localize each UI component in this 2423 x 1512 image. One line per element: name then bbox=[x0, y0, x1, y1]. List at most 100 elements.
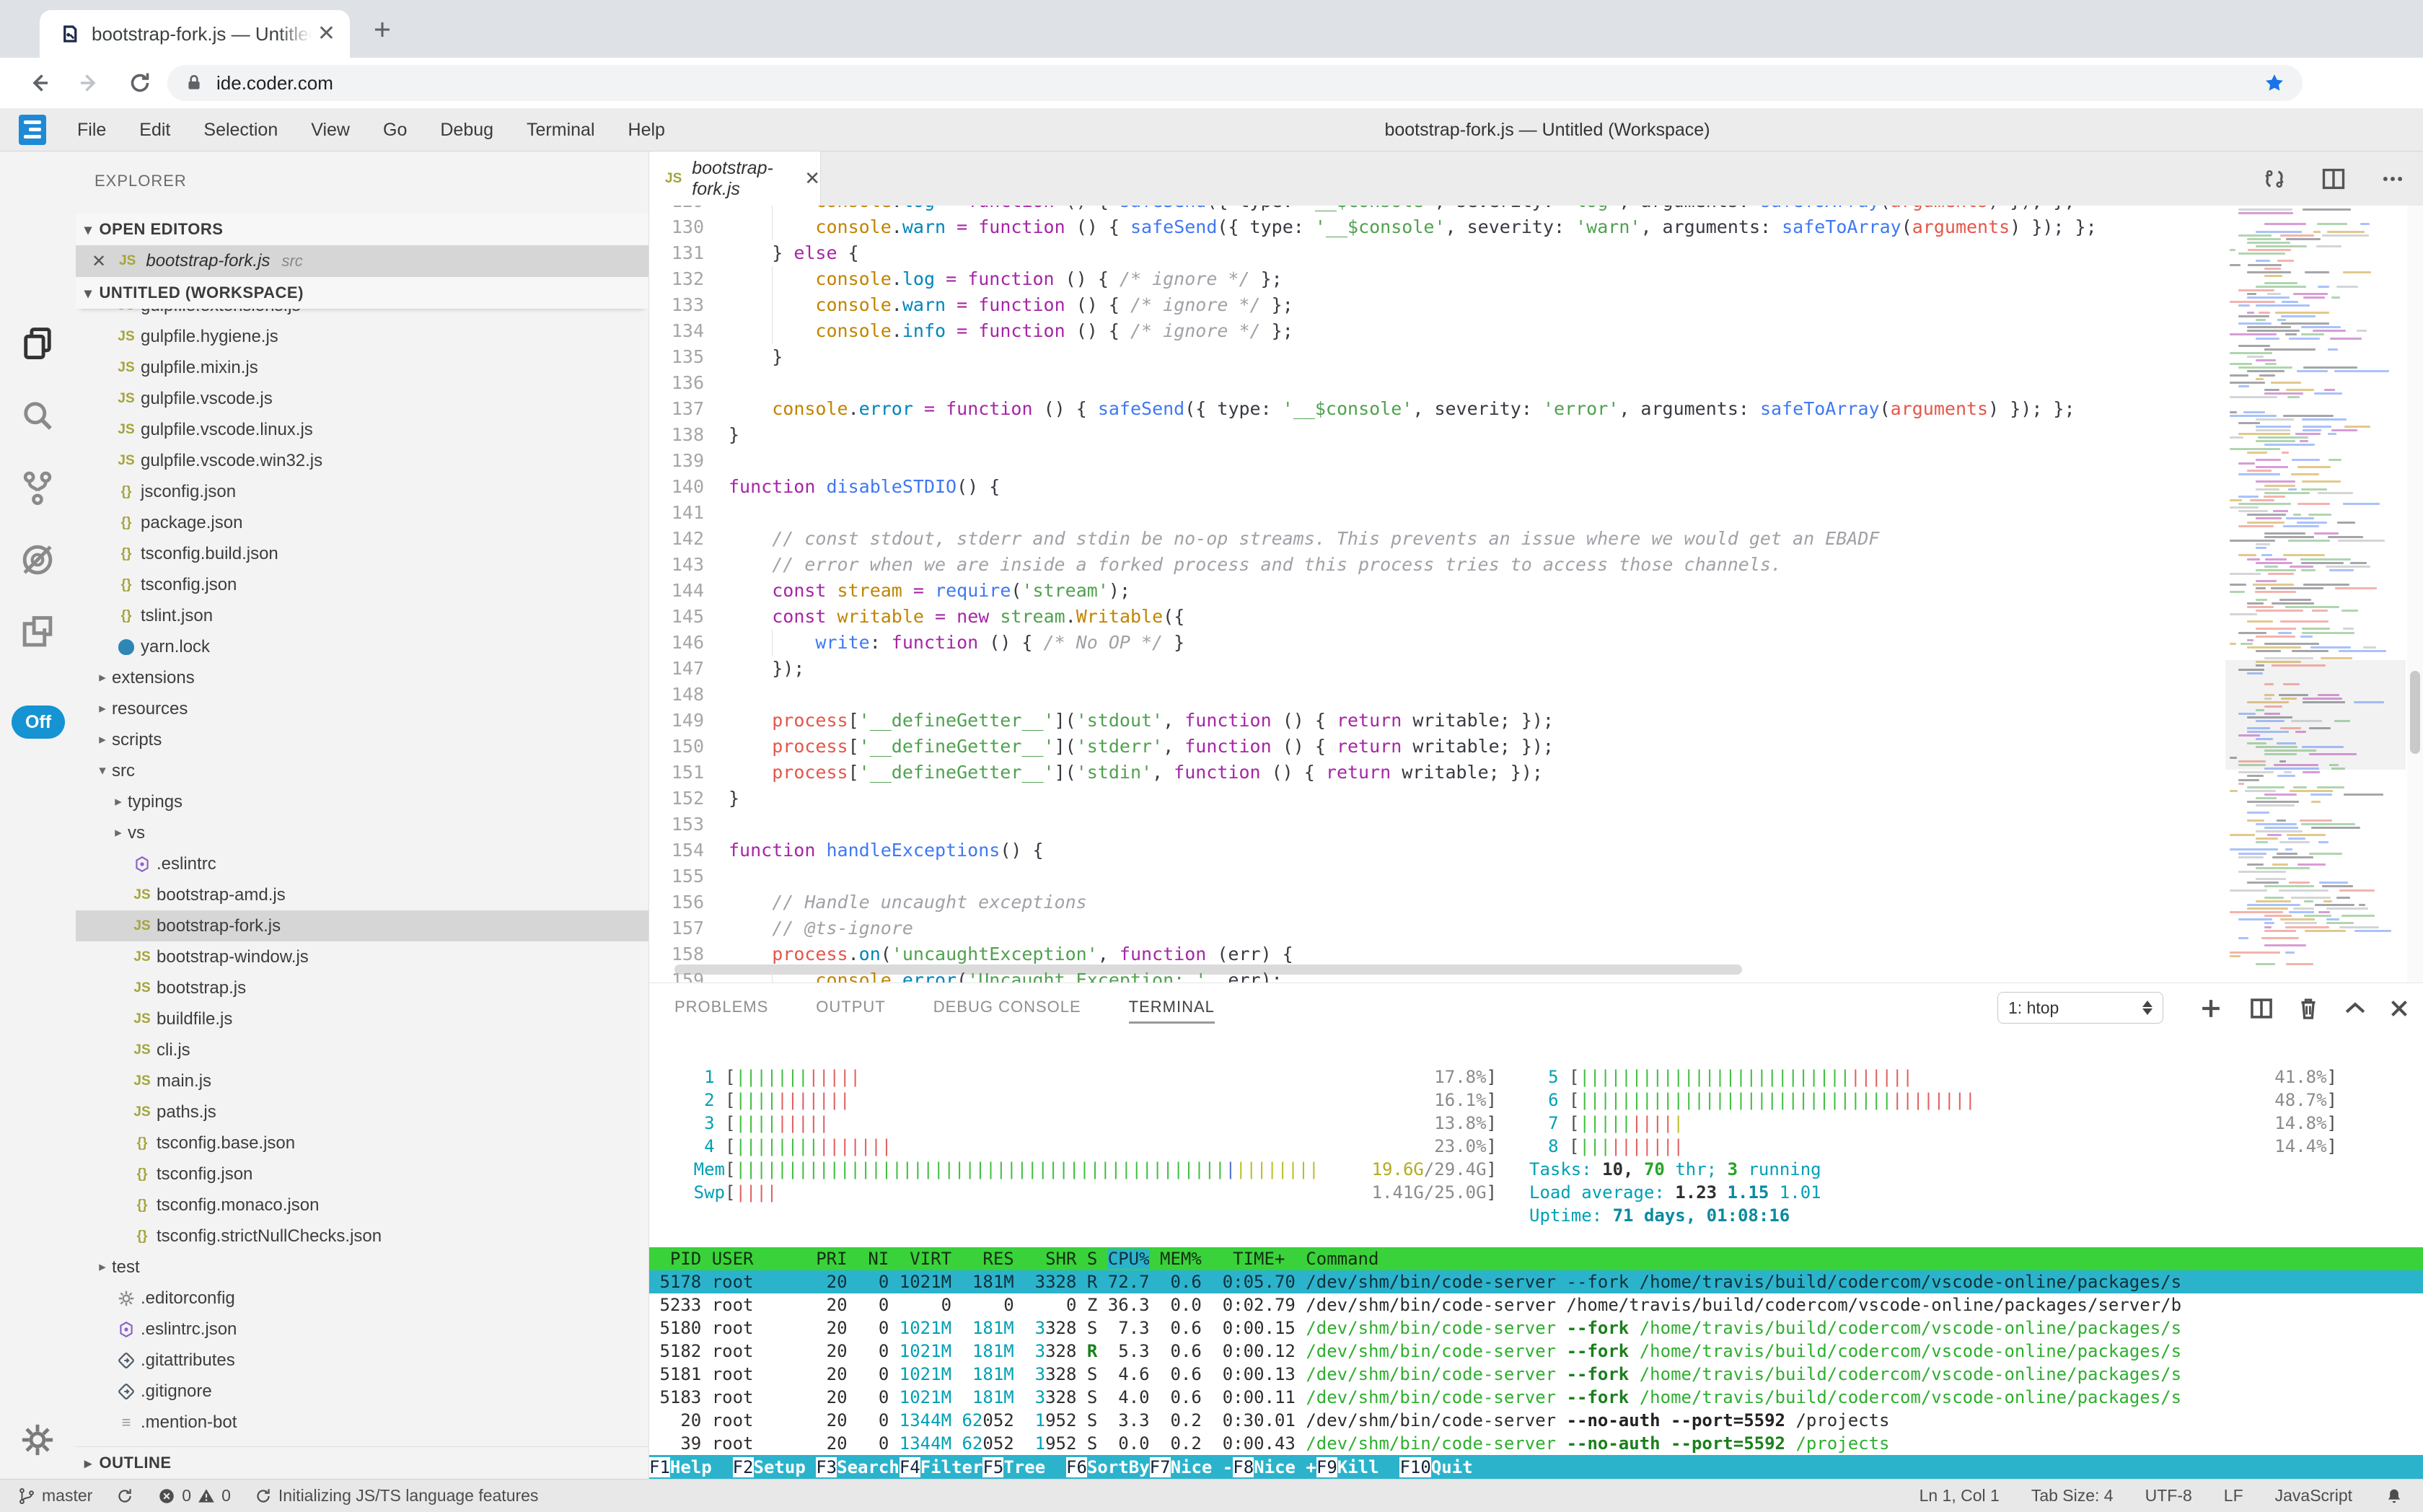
tree-item-gulpfile.mixin.js[interactable]: JSgulpfile.mixin.js bbox=[76, 352, 648, 383]
more-actions-icon[interactable] bbox=[2380, 166, 2406, 192]
sync-indicator[interactable] bbox=[115, 1487, 134, 1506]
fkey-label-kill[interactable]: Kill bbox=[1337, 1457, 1400, 1477]
fkey-label-search[interactable]: Search bbox=[837, 1457, 900, 1477]
new-terminal-icon[interactable] bbox=[2197, 995, 2225, 1022]
htop-process-row[interactable]: 5180 root 20 0 1021M 181M 3328 S 7.3 0.6… bbox=[649, 1317, 2423, 1340]
htop-process-row[interactable]: 39 root 20 0 1344M 62052 1952 S 0.0 0.2 … bbox=[649, 1432, 2423, 1455]
reload-icon[interactable] bbox=[127, 70, 153, 96]
new-tab-icon[interactable] bbox=[371, 19, 393, 40]
fkey-F5[interactable]: F5 bbox=[982, 1457, 1003, 1477]
htop-process-row[interactable]: 5183 root 20 0 1021M 181M 3328 S 4.0 0.6… bbox=[649, 1386, 2423, 1409]
fkey-label-quit[interactable]: Quit bbox=[1431, 1457, 1494, 1477]
settings-gear-icon[interactable] bbox=[19, 1421, 56, 1459]
tree-item-resources[interactable]: ▸resources bbox=[76, 693, 648, 724]
forward-icon[interactable] bbox=[76, 70, 102, 96]
tab-size[interactable]: Tab Size: 4 bbox=[2031, 1486, 2114, 1506]
tree-item-src[interactable]: ▾src bbox=[76, 755, 648, 786]
fkey-F4[interactable]: F4 bbox=[900, 1457, 920, 1477]
fkey-F2[interactable]: F2 bbox=[733, 1457, 754, 1477]
browser-tab[interactable]: bootstrap-fork.js — Untitled (W ✕ bbox=[40, 10, 350, 58]
tree-item-.gitignore[interactable]: .gitignore bbox=[76, 1376, 648, 1407]
fkey-F1[interactable]: F1 bbox=[649, 1457, 670, 1477]
tree-item-.gitattributes[interactable]: .gitattributes bbox=[76, 1345, 648, 1376]
htop-process-row[interactable]: 5181 root 20 0 1021M 181M 3328 S 4.6 0.6… bbox=[649, 1363, 2423, 1386]
tree-item-.mention-bot[interactable]: ≡.mention-bot bbox=[76, 1407, 648, 1438]
tree-item-bootstrap-window.js[interactable]: JSbootstrap-window.js bbox=[76, 941, 648, 972]
tree-item-tsconfig.strictNullChecks.json[interactable]: {}tsconfig.strictNullChecks.json bbox=[76, 1221, 648, 1252]
terminal-view[interactable]: 1 [||||||||||||17.8%]2 [|||||||||||16.1%… bbox=[649, 1031, 2423, 1479]
extensions-icon[interactable] bbox=[19, 613, 56, 651]
tree-item-tsconfig.json[interactable]: {}tsconfig.json bbox=[76, 569, 648, 600]
open-editor-item[interactable]: ✕ JS bootstrap-fork.js src bbox=[76, 245, 648, 277]
tree-item-test[interactable]: ▸test bbox=[76, 1252, 648, 1283]
htop-process-row[interactable]: 5178 root 20 0 1021M 181M 3328 R 72.7 0.… bbox=[649, 1270, 2423, 1293]
split-editor-icon[interactable] bbox=[2321, 166, 2347, 192]
tree-item-package.json[interactable]: {}package.json bbox=[76, 507, 648, 538]
tree-item-gulpfile.vscode.win32.js[interactable]: JSgulpfile.vscode.win32.js bbox=[76, 445, 648, 476]
eol[interactable]: LF bbox=[2224, 1486, 2243, 1506]
close-icon[interactable]: ✕ bbox=[92, 251, 106, 272]
tree-item-main.js[interactable]: JSmain.js bbox=[76, 1065, 648, 1096]
tree-item-gulpfile.vscode.linux.js[interactable]: JSgulpfile.vscode.linux.js bbox=[76, 414, 648, 445]
fkey-F9[interactable]: F9 bbox=[1316, 1457, 1337, 1477]
fkey-label-setup[interactable]: Setup bbox=[754, 1457, 817, 1477]
panel-tab-terminal[interactable]: TERMINAL bbox=[1129, 983, 1215, 1031]
outline-header[interactable]: ▸ OUTLINE bbox=[76, 1446, 648, 1479]
tree-item-bootstrap.js[interactable]: JSbootstrap.js bbox=[76, 972, 648, 1003]
menu-edit[interactable]: Edit bbox=[123, 120, 187, 141]
off-badge[interactable]: Off bbox=[12, 706, 65, 739]
maximize-panel-icon[interactable] bbox=[2341, 995, 2369, 1022]
bookmark-star-icon[interactable] bbox=[2264, 72, 2285, 94]
menu-go[interactable]: Go bbox=[366, 120, 423, 141]
panel-tab-problems[interactable]: PROBLEMS bbox=[674, 983, 768, 1031]
tab-close-icon[interactable]: ✕ bbox=[804, 167, 820, 190]
tree-item-gulpfile.extensions.js[interactable]: JSgulpfile.extensions.js bbox=[76, 309, 648, 321]
fkey-label-sortby[interactable]: SortBy bbox=[1087, 1457, 1150, 1477]
fkey-F6[interactable]: F6 bbox=[1066, 1457, 1087, 1477]
tree-item-bootstrap-amd.js[interactable]: JSbootstrap-amd.js bbox=[76, 879, 648, 910]
workspace-header[interactable]: ▾ UNTITLED (WORKSPACE) bbox=[76, 277, 648, 309]
menu-view[interactable]: View bbox=[294, 120, 366, 141]
tree-item-vs[interactable]: ▸vs bbox=[76, 817, 648, 848]
tree-item-bootstrap-fork.js[interactable]: JSbootstrap-fork.js bbox=[76, 910, 648, 941]
url-bar[interactable]: ide.coder.com bbox=[167, 65, 2303, 101]
tree-item-.editorconfig[interactable]: .editorconfig bbox=[76, 1283, 648, 1314]
tree-item-.eslintrc[interactable]: .eslintrc bbox=[76, 848, 648, 879]
cursor-position[interactable]: Ln 1, Col 1 bbox=[1920, 1486, 2000, 1506]
htop-process-row[interactable]: 5182 root 20 0 1021M 181M 3328 R 5.3 0.6… bbox=[649, 1340, 2423, 1363]
fkey-label-nice -[interactable]: Nice - bbox=[1171, 1457, 1234, 1477]
htop-table-header[interactable]: PID USER PRI NI VIRT RES SHR S CPU% MEM%… bbox=[649, 1247, 2423, 1270]
terminal-select[interactable]: 1: htop bbox=[1997, 992, 2163, 1024]
tree-item-tsconfig.json[interactable]: {}tsconfig.json bbox=[76, 1159, 648, 1190]
tree-item-.eslintrc.json[interactable]: .eslintrc.json bbox=[76, 1314, 648, 1345]
back-icon[interactable] bbox=[26, 70, 52, 96]
tree-item-yarn.lock[interactable]: yarn.lock bbox=[76, 631, 648, 662]
fkey-F8[interactable]: F8 bbox=[1233, 1457, 1254, 1477]
editor-tab[interactable]: JS bootstrap-fork.js ✕ bbox=[649, 151, 821, 206]
source-control-icon[interactable] bbox=[19, 469, 56, 506]
menu-file[interactable]: File bbox=[61, 120, 123, 141]
open-editors-header[interactable]: ▾ OPEN EDITORS bbox=[76, 214, 648, 245]
fkey-label-filter[interactable]: Filter bbox=[920, 1457, 983, 1477]
panel-tab-output[interactable]: OUTPUT bbox=[816, 983, 885, 1031]
fkey-label-help[interactable]: Help bbox=[670, 1457, 733, 1477]
kill-terminal-icon[interactable] bbox=[2295, 995, 2322, 1022]
fkey-F7[interactable]: F7 bbox=[1150, 1457, 1171, 1477]
encoding[interactable]: UTF-8 bbox=[2145, 1486, 2192, 1506]
language-status[interactable]: Initializing JS/TS language features bbox=[254, 1486, 539, 1506]
tree-item-tsconfig.base.json[interactable]: {}tsconfig.base.json bbox=[76, 1128, 648, 1159]
tree-item-tslint.json[interactable]: {}tslint.json bbox=[76, 600, 648, 631]
tree-item-tsconfig.monaco.json[interactable]: {}tsconfig.monaco.json bbox=[76, 1190, 648, 1221]
tree-item-scripts[interactable]: ▸scripts bbox=[76, 724, 648, 755]
language-mode[interactable]: JavaScript bbox=[2275, 1486, 2352, 1506]
menu-debug[interactable]: Debug bbox=[423, 120, 510, 141]
htop-process-row[interactable]: 5233 root 20 0 0 0 0 Z 36.3 0.0 0:02.79 … bbox=[649, 1293, 2423, 1317]
tab-close-icon[interactable]: ✕ bbox=[317, 23, 335, 45]
search-icon[interactable] bbox=[19, 397, 56, 434]
sync-editors-icon[interactable] bbox=[2261, 166, 2287, 192]
code-editor[interactable]: 129 console.log = function () { safeSend… bbox=[649, 206, 2423, 983]
tree-item-gulpfile.hygiene.js[interactable]: JSgulpfile.hygiene.js bbox=[76, 321, 648, 352]
tree-item-tsconfig.build.json[interactable]: {}tsconfig.build.json bbox=[76, 538, 648, 569]
menu-terminal[interactable]: Terminal bbox=[510, 120, 611, 141]
tree-item-typings[interactable]: ▸typings bbox=[76, 786, 648, 817]
